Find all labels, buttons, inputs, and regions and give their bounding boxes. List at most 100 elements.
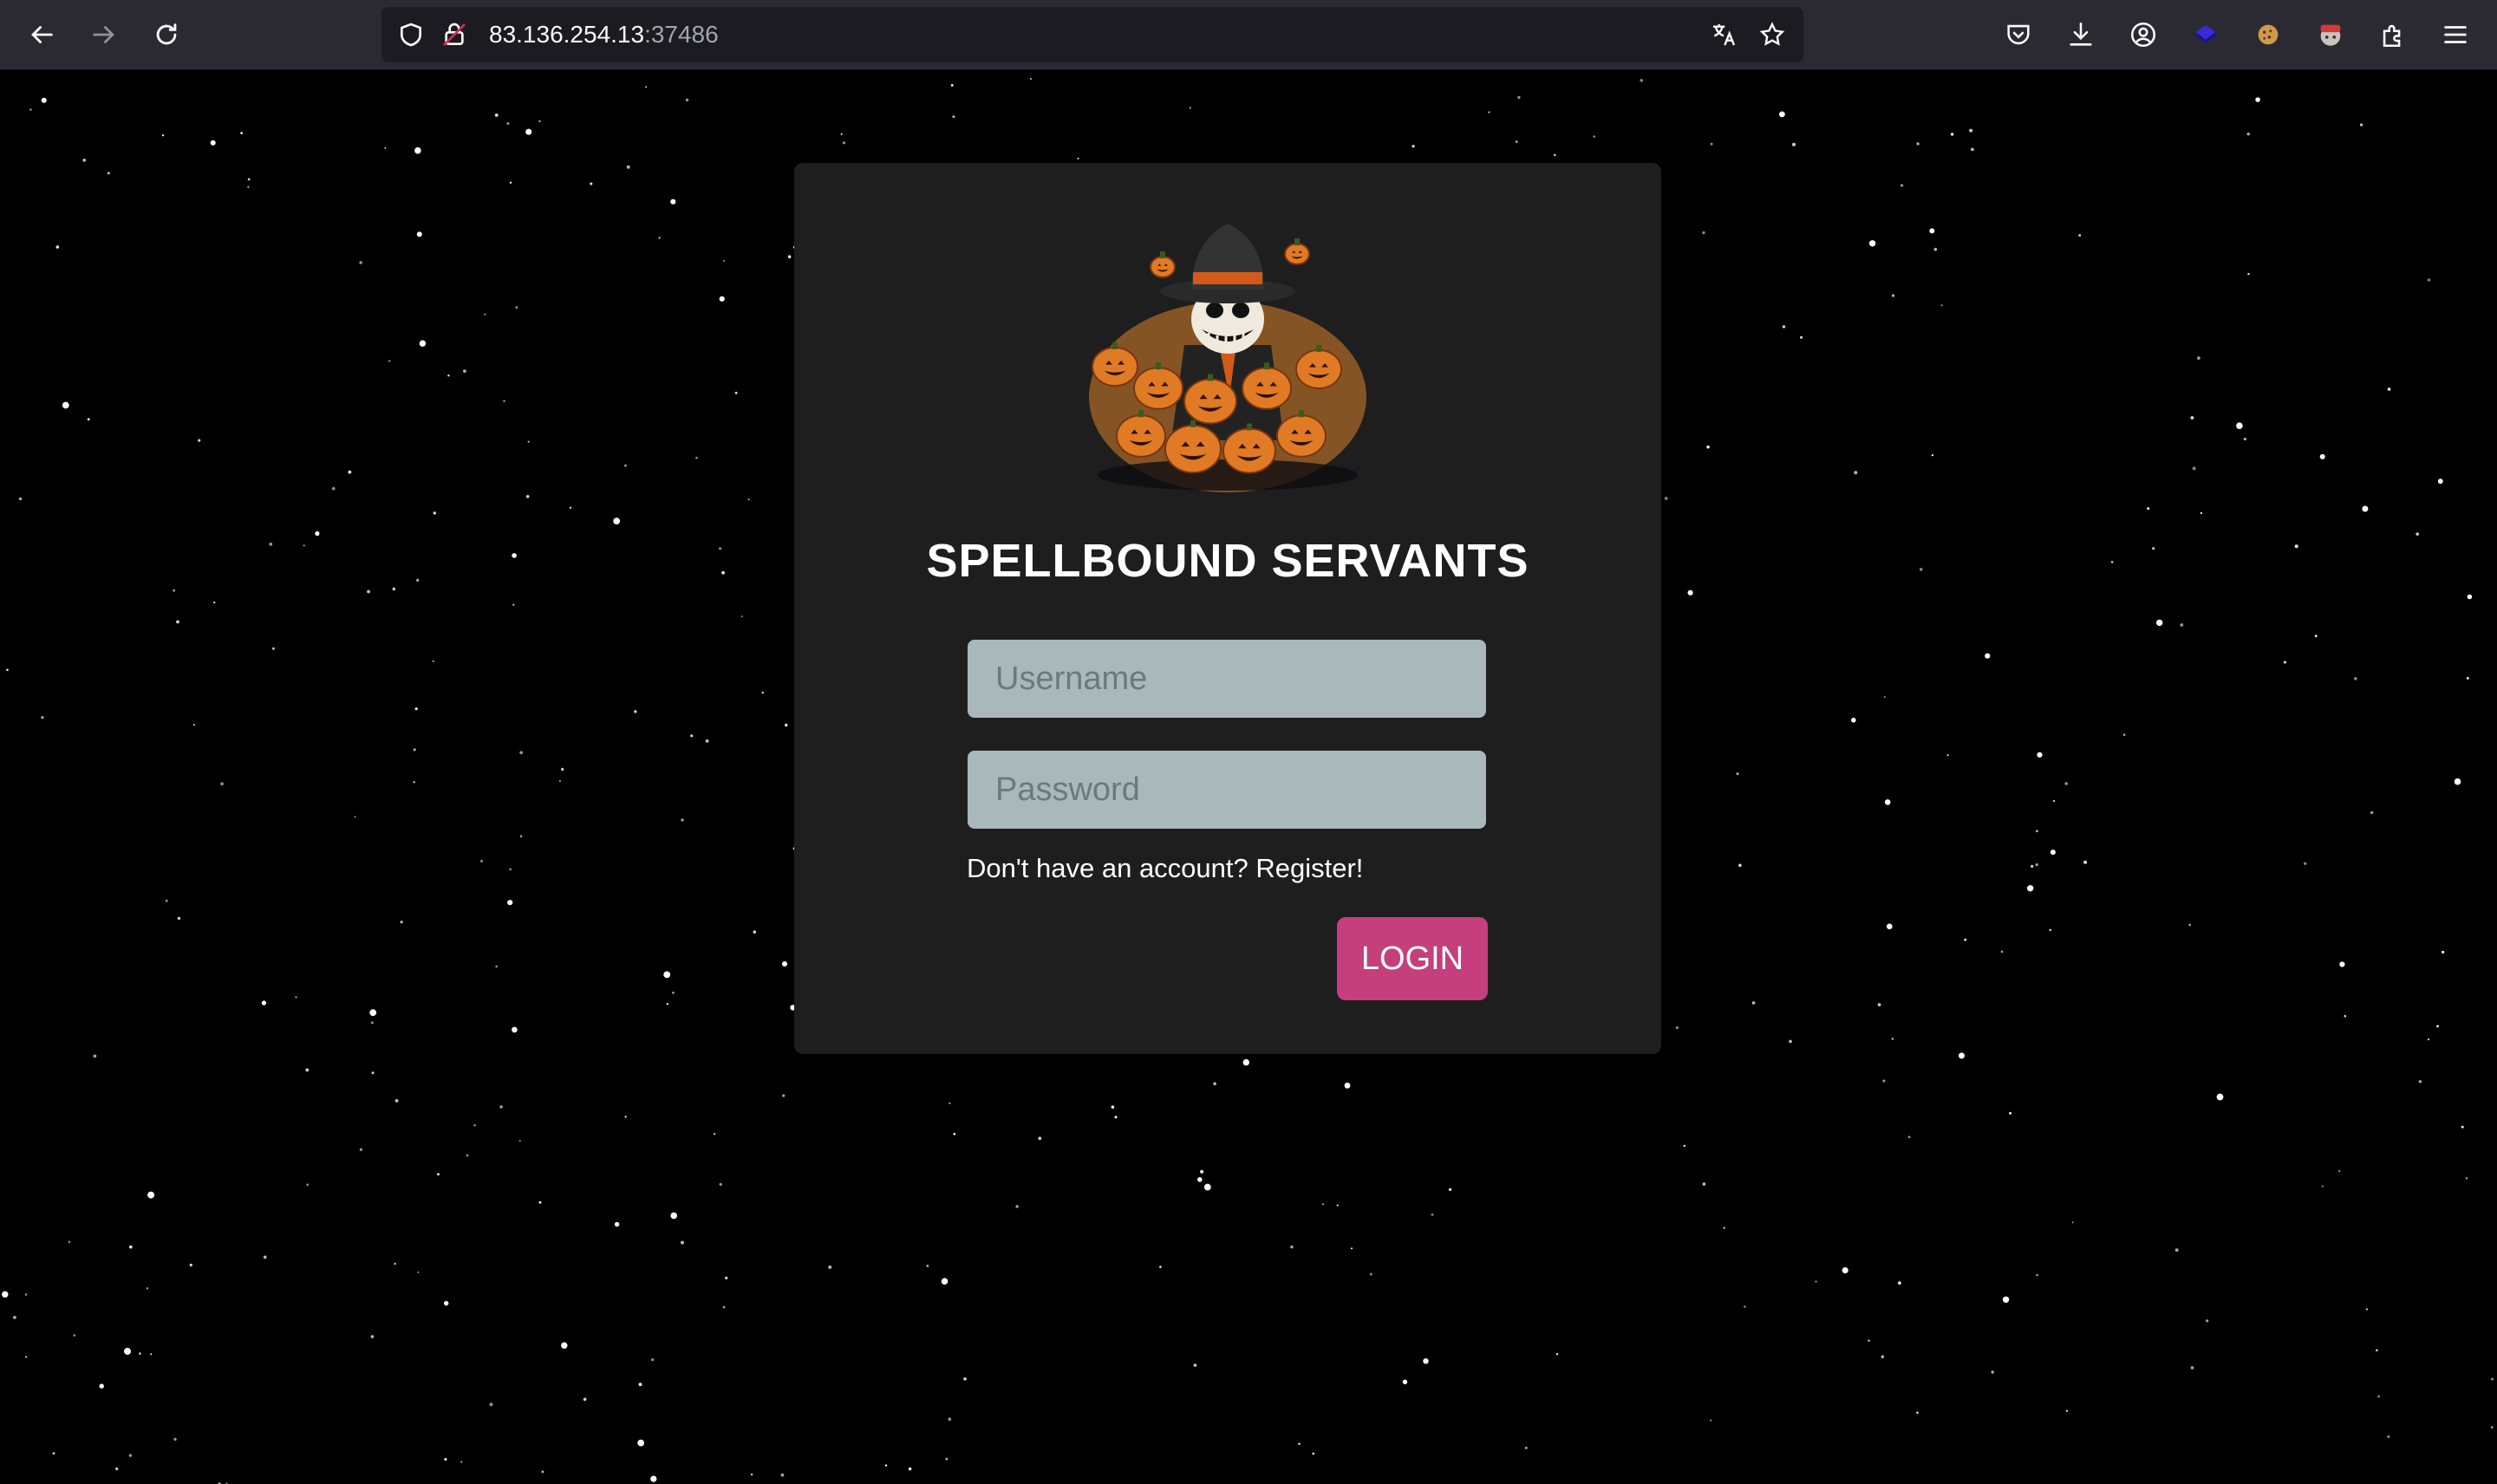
star	[303, 544, 305, 547]
star	[466, 1154, 469, 1157]
extension-avatar-icon	[2320, 24, 2341, 46]
star	[414, 146, 421, 154]
star	[695, 456, 698, 459]
star	[413, 748, 416, 752]
forward-button[interactable]	[81, 12, 127, 57]
star	[1710, 1419, 1712, 1422]
star	[509, 868, 512, 871]
star	[651, 1358, 655, 1362]
back-button[interactable]	[19, 12, 64, 57]
star	[359, 261, 362, 264]
star	[1887, 923, 1893, 930]
url-port: :37486	[644, 21, 719, 48]
star	[952, 115, 955, 118]
star	[782, 961, 787, 967]
url-text[interactable]: 83.136.254.13:37486	[489, 7, 719, 62]
star	[1702, 1182, 1706, 1186]
star	[624, 1116, 627, 1118]
star	[413, 781, 415, 784]
star	[198, 439, 201, 442]
star	[1882, 1079, 1886, 1083]
star	[2466, 677, 2469, 680]
login-card: SPELLBOUND SERVANTS Don't have an accoun…	[794, 163, 1661, 1054]
star	[1710, 142, 1713, 146]
account-button[interactable]	[2121, 12, 2166, 57]
extensions-button[interactable]	[2370, 12, 2416, 57]
password-input[interactable]	[968, 751, 1486, 829]
star	[1448, 1188, 1452, 1192]
star	[512, 603, 515, 606]
extension-button-2[interactable]	[2246, 12, 2291, 57]
star	[394, 1262, 396, 1266]
menu-button[interactable]	[2433, 12, 2478, 57]
star	[561, 767, 564, 771]
star	[269, 543, 273, 546]
star	[518, 1140, 521, 1142]
star	[1971, 147, 1974, 152]
star	[2050, 849, 2056, 856]
star	[495, 965, 498, 968]
reload-button[interactable]	[144, 12, 189, 57]
star	[519, 751, 524, 755]
star	[626, 165, 630, 169]
star	[525, 495, 530, 498]
username-input[interactable]	[968, 640, 1486, 718]
star	[721, 570, 725, 575]
translate-icon[interactable]	[1708, 19, 1739, 50]
star	[506, 122, 510, 125]
star	[2465, 1176, 2468, 1180]
star	[2247, 272, 2250, 276]
star	[2036, 1273, 2039, 1277]
star	[1959, 1052, 1965, 1059]
pumpkin	[1284, 238, 1310, 265]
star	[723, 259, 725, 262]
star	[2427, 278, 2431, 282]
star	[1664, 497, 1668, 500]
star	[189, 1263, 192, 1266]
url-bar[interactable]: 83.136.254.13:37486	[381, 7, 1803, 62]
star	[670, 1212, 677, 1220]
star	[1189, 107, 1191, 109]
star	[1751, 1001, 1756, 1005]
star	[2065, 1409, 2069, 1412]
star	[747, 498, 750, 501]
star	[719, 1182, 722, 1186]
extension-button-1[interactable]	[2183, 12, 2228, 57]
star	[509, 181, 512, 184]
login-button[interactable]: LOGIN	[1337, 917, 1488, 1000]
downloads-button[interactable]	[2058, 12, 2103, 57]
star	[2078, 234, 2082, 237]
star	[1369, 1272, 1372, 1276]
lock-icon[interactable]	[439, 19, 470, 50]
star	[1933, 247, 1938, 251]
star	[785, 723, 788, 727]
star	[681, 818, 684, 822]
star	[1884, 799, 1891, 805]
star	[161, 134, 165, 137]
star	[2376, 1349, 2378, 1352]
star	[1929, 228, 1935, 234]
star	[2294, 544, 2298, 549]
register-link[interactable]: Don't have an account? Register!	[967, 853, 1363, 884]
star	[147, 1191, 155, 1199]
star	[2174, 1248, 2179, 1252]
star	[176, 620, 179, 624]
star	[719, 547, 722, 550]
extension-button-3[interactable]	[2308, 12, 2353, 57]
star	[787, 255, 792, 258]
star	[512, 553, 517, 558]
star-icon[interactable]	[1757, 19, 1788, 50]
star	[192, 724, 195, 726]
star	[414, 707, 418, 711]
star	[444, 1457, 447, 1461]
star	[1111, 1105, 1115, 1109]
star	[271, 647, 275, 650]
pocket-button[interactable]	[1996, 12, 2041, 57]
star	[1702, 231, 1705, 235]
star	[1919, 568, 1923, 571]
extension-cube-icon	[2195, 24, 2216, 43]
shield-icon[interactable]	[395, 19, 427, 50]
star	[295, 996, 297, 999]
star	[41, 716, 44, 719]
star	[2200, 511, 2203, 515]
